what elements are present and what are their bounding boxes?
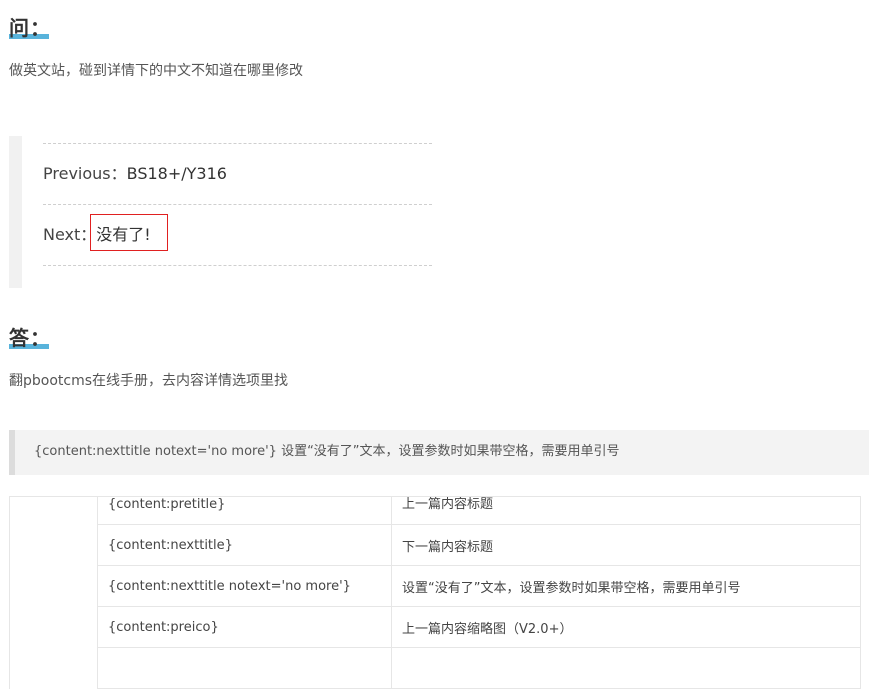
divider [43, 265, 432, 266]
table-cell [9, 524, 98, 566]
code-note-box: {content:nexttitle notext='no more'} 设置“… [9, 430, 869, 475]
table-cell-tag [97, 647, 392, 689]
next-label: Next： [43, 225, 97, 244]
prev-value[interactable]: BS18+/Y316 [127, 164, 227, 183]
question-text: 做英文站，碰到详情下的中文不知道在哪里修改 [9, 63, 303, 79]
table-cell-desc [391, 647, 861, 689]
table-row: {content:nexttitle} 下一篇内容标题 [9, 524, 861, 566]
table-cell-desc: 上一篇内容缩略图（V2.0+） [391, 606, 861, 648]
question-heading: 问： [9, 15, 51, 41]
prev-label: Previous： [43, 164, 127, 183]
table-cell [9, 496, 98, 525]
table-row: {content:pretitle} 上一篇内容标题 [9, 496, 861, 525]
params-table: {content:pretitle} 上一篇内容标题 {content:next… [9, 496, 861, 689]
table-cell-desc: 上一篇内容标题 [391, 496, 861, 525]
table-cell [9, 565, 98, 607]
table-row [9, 647, 861, 689]
table-cell-tag: {content:pretitle} [97, 496, 392, 525]
table-row: {content:nexttitle notext='no more'} 设置“… [9, 565, 861, 607]
question-heading-text: 问： [9, 16, 51, 40]
table-cell [9, 647, 98, 689]
quote-bar [9, 136, 22, 288]
table-cell-tag: {content:preico} [97, 606, 392, 648]
code-note-text: {content:nexttitle notext='no more'} 设置“… [34, 444, 620, 459]
highlight-box [90, 214, 168, 251]
answer-text: 翻pbootcms在线手册，去内容详情选项里找 [9, 373, 289, 389]
answer-heading: 答： [9, 325, 51, 351]
table-cell-tag: {content:nexttitle notext='no more'} [97, 565, 392, 607]
table-cell [9, 606, 98, 648]
table-cell-desc: 下一篇内容标题 [391, 524, 861, 566]
table-cell-desc: 设置“没有了”文本，设置参数时如果带空格，需要用单引号 [391, 565, 861, 607]
answer-heading-text: 答： [9, 326, 51, 350]
prev-link[interactable]: Previous：BS18+/Y316 [43, 144, 432, 204]
table-row: {content:preico} 上一篇内容缩略图（V2.0+） [9, 606, 861, 648]
table-cell-tag: {content:nexttitle} [97, 524, 392, 566]
